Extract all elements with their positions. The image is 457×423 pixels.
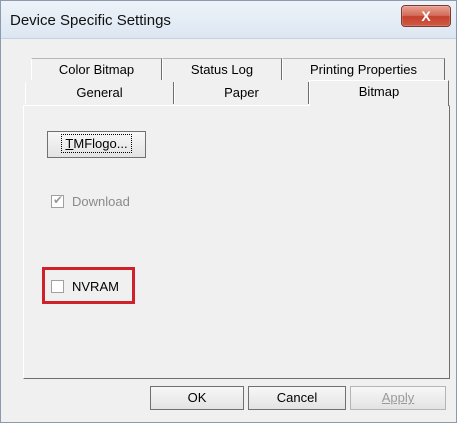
nvram-checkbox[interactable] [51, 280, 64, 293]
device-settings-dialog: Device Specific Settings X Color Bitmap … [0, 0, 457, 423]
tab-color-bitmap[interactable]: Color Bitmap [31, 58, 162, 80]
tab-general[interactable]: General [25, 82, 174, 104]
tab-label: General [76, 85, 123, 100]
cancel-label: Cancel [276, 390, 318, 405]
tab-status-log[interactable]: Status Log [162, 58, 282, 80]
tab-label: Paper [224, 85, 259, 100]
download-label: Download [72, 194, 130, 209]
tab-label: Printing Properties [310, 62, 417, 77]
apply-label: Apply [381, 390, 415, 405]
tab-bitmap[interactable]: Bitmap [309, 80, 449, 106]
tmflogo-button[interactable]: TMFlogo... [47, 131, 146, 158]
close-button[interactable]: X [401, 5, 451, 27]
tab-label: Color Bitmap [58, 62, 135, 77]
tab-label: Status Log [190, 62, 254, 77]
tab-paper[interactable]: Paper [174, 82, 309, 104]
close-icon: X [421, 8, 431, 24]
tab-printing-properties[interactable]: Printing Properties [282, 58, 445, 80]
focus-rect: TMFlogo... [61, 134, 132, 153]
window-title: Device Specific Settings [10, 12, 171, 29]
download-checkbox-row[interactable]: Download [51, 193, 130, 209]
nvram-label: NVRAM [72, 279, 119, 294]
tmflogo-rest: MFlogo... [73, 136, 128, 151]
apply-button[interactable]: Apply [350, 386, 446, 410]
cancel-button[interactable]: Cancel [248, 386, 346, 410]
tab-label: Bitmap [358, 84, 400, 99]
ok-button[interactable]: OK [150, 386, 244, 410]
download-checkbox[interactable] [51, 193, 64, 208]
ok-label: OK [187, 390, 207, 405]
title-bar: Device Specific Settings X [1, 1, 456, 39]
nvram-checkbox-row[interactable]: NVRAM [51, 279, 119, 294]
